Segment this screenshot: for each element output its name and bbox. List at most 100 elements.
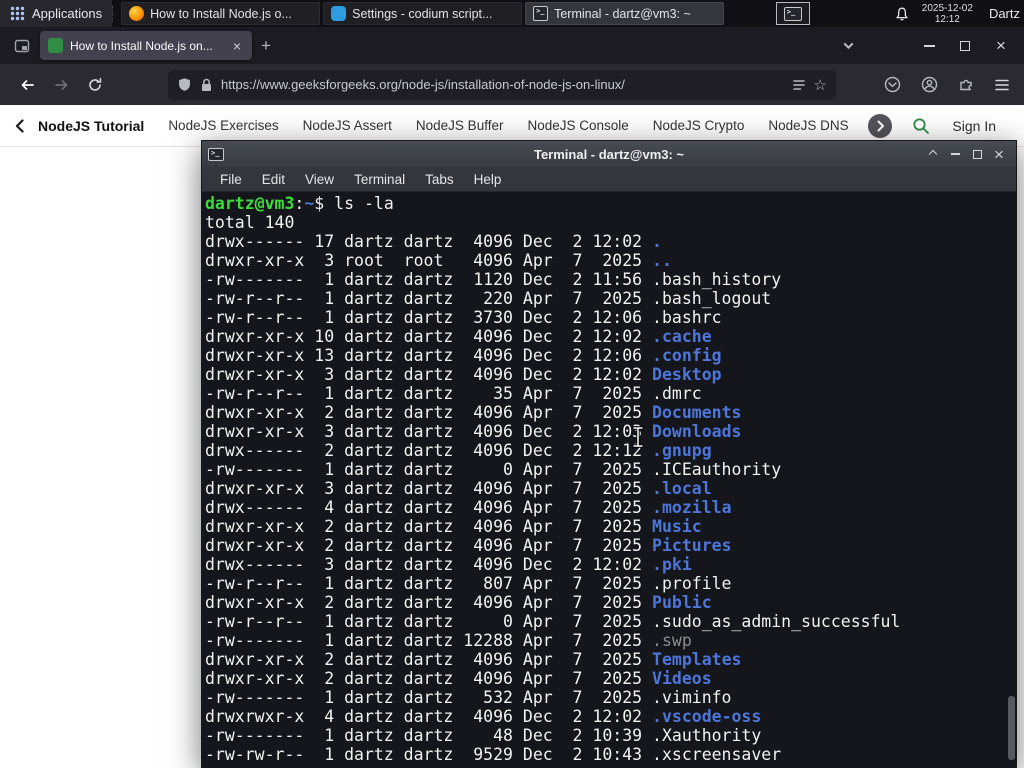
terminal-shade-button[interactable] <box>922 144 944 164</box>
pocket-icon[interactable] <box>884 76 901 93</box>
terminal-menubar: File Edit View Terminal Tabs Help <box>202 167 1016 192</box>
taskbar-button-terminal[interactable]: Terminal - dartz@vm3: ~ <box>525 2 725 25</box>
terminal-close-button[interactable]: × <box>988 144 1010 164</box>
terminal-line: -rw------- 1 dartz dartz 0 Apr 7 2025 .I… <box>205 460 782 479</box>
firefox-view-icon[interactable] <box>14 38 30 54</box>
terminal-line: -rw------- 1 dartz dartz 48 Dec 2 10:39 … <box>205 726 762 745</box>
site-nav-item-buffer[interactable]: NodeJS Buffer <box>416 118 504 133</box>
task-title: Terminal - dartz@vm3: ~ <box>554 6 691 21</box>
terminal-line: drwxr-xr-x 2 dartz dartz 4096 Apr 7 2025… <box>205 517 702 536</box>
window-minimize-button[interactable] <box>914 33 944 59</box>
menu-help[interactable]: Help <box>464 167 512 191</box>
terminal-line: -rw------- 1 dartz dartz 1120 Dec 2 11:5… <box>205 270 782 289</box>
terminal-line: -rw------- 1 dartz dartz 12288 Apr 7 202… <box>205 631 692 650</box>
terminal-window-buttons: × <box>922 144 1010 164</box>
terminal-scrollbar[interactable] <box>1007 192 1016 767</box>
firefox-icon <box>129 6 145 21</box>
terminal-window: Terminal - dartz@vm3: ~ × File Edit View… <box>201 140 1017 768</box>
site-nav-item-assert[interactable]: NodeJS Assert <box>303 118 392 133</box>
terminal-line: drwxr-xr-x 3 root root 4096 Apr 7 2025 .… <box>205 251 672 270</box>
clock-time: 12:12 <box>934 13 960 25</box>
new-tab-button[interactable]: + <box>252 34 280 58</box>
lock-icon[interactable] <box>200 78 213 92</box>
menu-terminal[interactable]: Terminal <box>344 167 415 191</box>
applications-menu-button[interactable]: Applications <box>0 0 113 27</box>
reload-icon[interactable] <box>78 70 112 100</box>
terminal-line: -rw-r--r-- 1 dartz dartz 35 Apr 7 2025 .… <box>205 384 702 403</box>
panel-separator <box>112 5 118 22</box>
taskbar-button-firefox[interactable]: How to Install Node.js o... <box>121 2 321 25</box>
terminal-icon <box>533 6 549 21</box>
site-nav-item-dns[interactable]: NodeJS DNS <box>768 118 848 133</box>
terminal-icon <box>208 147 224 161</box>
menu-edit[interactable]: Edit <box>252 167 295 191</box>
terminal-line: drwxr-xr-x 10 dartz dartz 4096 Dec 2 12:… <box>205 327 712 346</box>
back-icon[interactable] <box>10 70 44 100</box>
terminal-line: drwxr-xr-x 2 dartz dartz 4096 Apr 7 2025… <box>205 650 742 669</box>
list-all-tabs-icon[interactable] <box>841 38 856 53</box>
toolbar-icons <box>884 76 1014 93</box>
url-bar[interactable]: https://www.geeksforgeeks.org/node-js/in… <box>168 69 836 100</box>
site-nav: NodeJS Tutorial NodeJS Exercises NodeJS … <box>38 118 864 134</box>
window-close-button[interactable]: × <box>986 33 1016 59</box>
menu-view[interactable]: View <box>295 167 344 191</box>
forward-icon[interactable] <box>44 70 78 100</box>
terminal-minimize-button[interactable] <box>944 144 966 164</box>
terminal-line: drwxr-xr-x 2 dartz dartz 4096 Apr 7 2025… <box>205 669 712 688</box>
terminal-line: drwx------ 2 dartz dartz 4096 Dec 2 12:1… <box>205 441 712 460</box>
site-nav-item-crypto[interactable]: NodeJS Crypto <box>653 118 745 133</box>
terminal-line: -rw-rw-r-- 1 dartz dartz 9529 Dec 2 10:4… <box>205 745 782 764</box>
terminal-icon <box>783 6 802 21</box>
url-text[interactable]: https://www.geeksforgeeks.org/node-js/in… <box>221 77 784 92</box>
search-icon[interactable] <box>912 117 930 135</box>
menu-hamburger-icon[interactable] <box>994 78 1010 92</box>
gfg-favicon <box>48 38 63 53</box>
terminal-line: dartz@vm3:~$ ls -la <box>205 194 394 213</box>
menu-file[interactable]: File <box>210 167 252 191</box>
terminal-titlebar[interactable]: Terminal - dartz@vm3: ~ × <box>202 141 1016 167</box>
task-title: Settings - codium script... <box>352 6 493 21</box>
terminal-output: dartz@vm3:~$ ls -la total 140 drwx------ 1… <box>205 194 1014 764</box>
bookmark-star-icon[interactable]: ☆ <box>814 76 827 94</box>
applications-grid-icon <box>10 6 25 21</box>
panel-user-label: Dartz <box>988 6 1020 21</box>
terminal-line: drwxr-xr-x 3 dartz dartz 4096 Apr 7 2025… <box>205 479 712 498</box>
navigation-toolbar: https://www.geeksforgeeks.org/node-js/in… <box>0 64 1024 105</box>
notification-bell-icon[interactable] <box>894 6 910 22</box>
terminal-line: -rw-r--r-- 1 dartz dartz 3730 Dec 2 12:0… <box>205 308 722 327</box>
scrollbar-thumb[interactable] <box>1008 696 1015 760</box>
extensions-icon[interactable] <box>958 77 974 93</box>
site-nav-item-exercises[interactable]: NodeJS Exercises <box>168 118 278 133</box>
terminal-line: drwxr-xr-x 13 dartz dartz 4096 Dec 2 12:… <box>205 346 722 365</box>
terminal-line: drwxrwxr-x 4 dartz dartz 4096 Dec 2 12:0… <box>205 707 762 726</box>
panel-clock[interactable]: 2025-12-02 12:12 <box>922 3 973 25</box>
nav-scroll-right-icon[interactable] <box>868 113 893 138</box>
browser-tab[interactable]: How to Install Node.js on... × <box>40 31 252 60</box>
tab-close-icon[interactable]: × <box>230 38 244 54</box>
terminal-title: Terminal - dartz@vm3: ~ <box>533 146 685 162</box>
terminal-line: drwxr-xr-x 3 dartz dartz 4096 Dec 2 12:0… <box>205 365 722 384</box>
terminal-body[interactable]: dartz@vm3:~$ ls -la total 140 drwx------ 1… <box>202 192 1016 767</box>
window-maximize-button[interactable] <box>950 33 980 59</box>
shield-icon[interactable] <box>177 77 192 92</box>
terminal-line: -rw-r--r-- 1 dartz dartz 220 Apr 7 2025 … <box>205 289 772 308</box>
terminal-line: drwxr-xr-x 2 dartz dartz 4096 Apr 7 2025… <box>205 536 732 555</box>
site-nav-item-console[interactable]: NodeJS Console <box>527 118 628 133</box>
sign-in-button[interactable]: Sign In <box>952 118 996 134</box>
site-nav-item-tutorial[interactable]: NodeJS Tutorial <box>38 118 144 134</box>
applications-label: Applications <box>32 6 103 21</box>
nav-scroll-left-icon[interactable] <box>14 118 26 134</box>
codium-icon <box>331 6 347 21</box>
menu-tabs[interactable]: Tabs <box>415 167 464 191</box>
account-icon[interactable] <box>921 76 938 93</box>
taskbar-button-codium[interactable]: Settings - codium script... <box>323 2 523 25</box>
terminal-line: -rw------- 1 dartz dartz 532 Apr 7 2025 … <box>205 688 732 707</box>
terminal-line: -rw-r--r-- 1 dartz dartz 807 Apr 7 2025 … <box>205 574 732 593</box>
terminal-line: drwxr-xr-x 2 dartz dartz 4096 Apr 7 2025… <box>205 593 712 612</box>
screen: Applications How to Install Node.js o...… <box>0 0 1024 768</box>
reader-view-icon[interactable] <box>792 78 806 92</box>
tray-terminal-icon[interactable] <box>775 2 810 25</box>
tab-title: How to Install Node.js on... <box>70 38 213 53</box>
clock-date: 2025-12-02 <box>921 2 973 14</box>
terminal-maximize-button[interactable] <box>966 144 988 164</box>
